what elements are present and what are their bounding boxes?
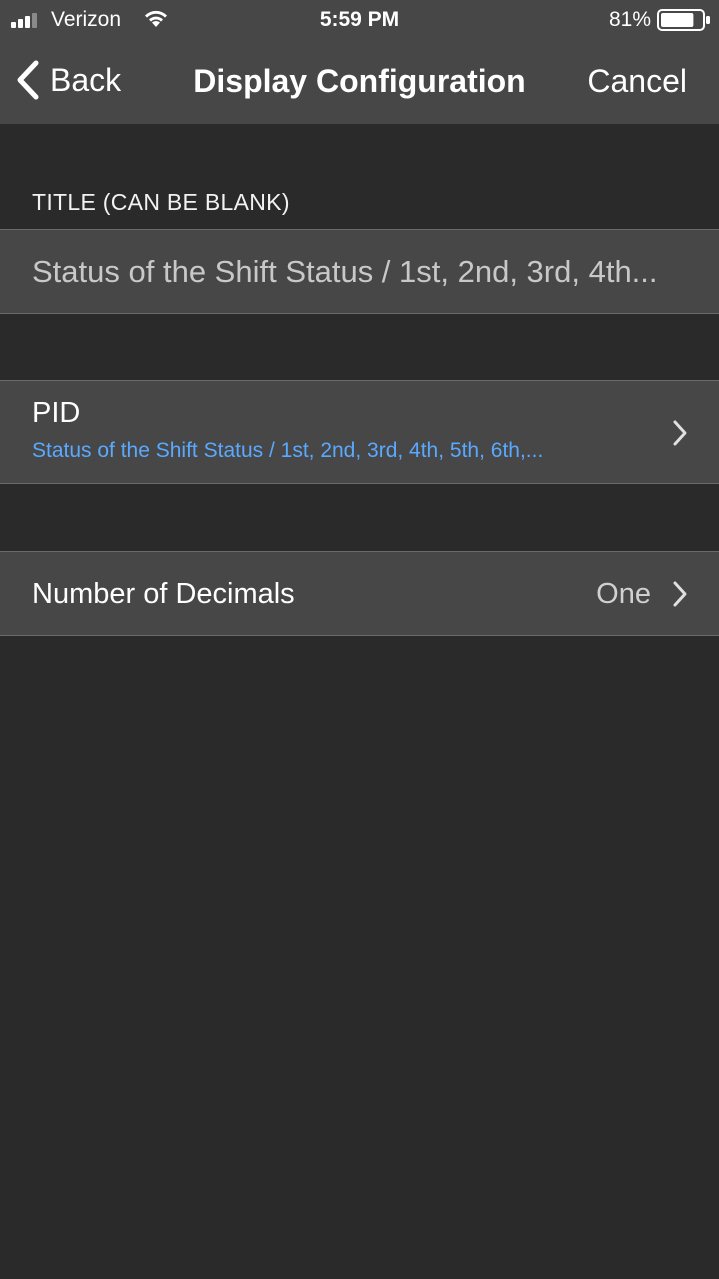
- title-section-header: TITLE (CAN BE BLANK): [32, 189, 290, 215]
- pid-value: Status of the Shift Status / 1st, 2nd, 3…: [32, 439, 544, 462]
- chevron-right-icon: [673, 581, 687, 607]
- title-cell: [0, 229, 719, 314]
- number-of-decimals-cell[interactable]: Number of Decimals One: [0, 551, 719, 636]
- decimals-value: One: [596, 578, 651, 610]
- title-input[interactable]: [32, 250, 702, 294]
- pid-cell[interactable]: PID Status of the Shift Status / 1st, 2n…: [0, 380, 719, 484]
- top-bar: Verizon 5:59 PM 81% Back Display Configu…: [0, 0, 719, 124]
- battery-icon: [657, 9, 710, 31]
- chevron-right-icon: [673, 420, 687, 446]
- screen: Verizon 5:59 PM 81% Back Display Configu…: [0, 0, 719, 1279]
- battery-percent: 81%: [608, 8, 651, 31]
- pid-label: PID: [32, 397, 81, 429]
- cancel-button[interactable]: Cancel: [587, 60, 687, 102]
- decimals-label: Number of Decimals: [32, 578, 295, 610]
- navigation-bar: Back Display Configuration Cancel: [0, 40, 719, 124]
- status-bar: Verizon 5:59 PM 81%: [0, 0, 719, 40]
